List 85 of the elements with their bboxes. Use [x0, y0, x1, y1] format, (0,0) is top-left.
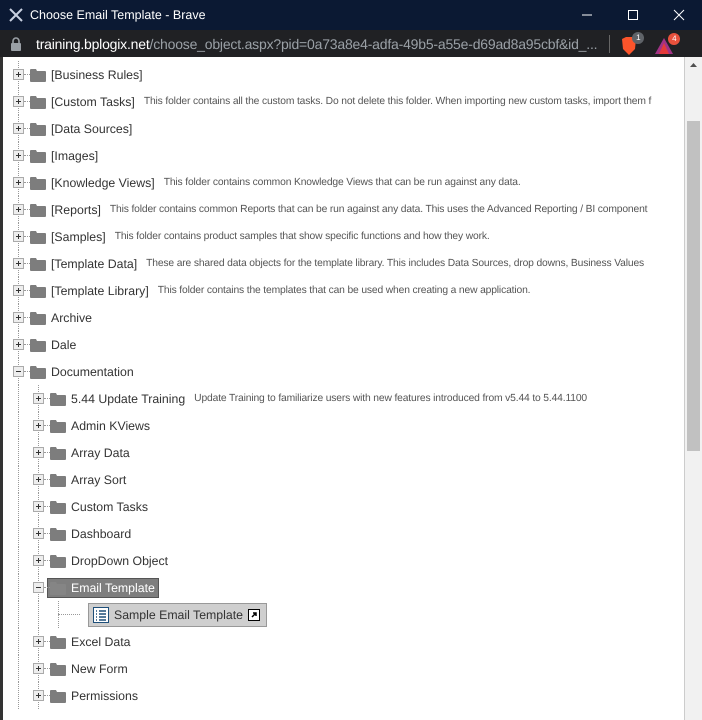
folder-node[interactable]: [Images] [30, 146, 102, 166]
folder-description: Update Training to familiarize users with new features introduced from v5.44 to 5.44.1100 [194, 393, 588, 404]
folder-node[interactable]: Excel Data [50, 632, 134, 652]
folder-node[interactable]: 5.44 Update Training [50, 388, 188, 408]
expand-toggle-icon[interactable] [13, 123, 24, 134]
folder-icon [50, 580, 66, 594]
expand-toggle-icon[interactable] [33, 420, 44, 431]
expand-toggle-icon[interactable] [13, 96, 24, 107]
expand-toggle-icon[interactable] [33, 393, 44, 404]
expand-toggle-icon[interactable] [33, 447, 44, 458]
folder-node[interactable]: New Form [50, 658, 131, 678]
collapse-toggle-icon[interactable] [33, 582, 44, 593]
folder-node[interactable]: Dashboard [50, 524, 134, 544]
collapse-toggle-icon[interactable] [13, 366, 24, 377]
folder-node[interactable]: [Custom Tasks] [30, 92, 138, 112]
folder-node[interactable]: [Knowledge Views] [30, 172, 158, 192]
folder-node[interactable]: [Data Sources] [30, 118, 136, 138]
folder-node[interactable]: Email Template [47, 578, 159, 598]
expand-toggle-icon[interactable] [13, 285, 24, 296]
expand-toggle-icon[interactable] [33, 555, 44, 566]
folder-icon [50, 418, 66, 432]
folder-icon [30, 122, 46, 136]
expand-toggle-icon[interactable] [13, 339, 24, 350]
expand-toggle-icon[interactable] [13, 231, 24, 242]
folder-description: These are shared data objects for the template library. This includes Data Sources, drop downs, Business Values [146, 258, 644, 269]
expand-toggle-icon[interactable] [33, 474, 44, 485]
folder-icon [30, 310, 46, 324]
folder-icon [30, 338, 46, 352]
folder-description: This folder contains common Reports that can be run against any data. This uses the Advanced Reporting / BI component [110, 204, 648, 215]
shields-button[interactable]: 1 [620, 32, 644, 56]
folder-description: This folder contains common Knowledge Views that can be run against any data. [164, 177, 521, 188]
crossed-swords-icon [8, 7, 24, 23]
scrollbar[interactable] [684, 57, 702, 720]
folder-icon [50, 500, 66, 514]
expand-toggle-icon[interactable] [13, 204, 24, 215]
folder-node[interactable]: DropDown Object [50, 550, 172, 570]
folder-node[interactable]: Array Data [50, 442, 133, 462]
folder-node[interactable]: Custom Tasks [50, 496, 151, 516]
folder-node[interactable]: Dale [30, 334, 80, 354]
expand-toggle-icon[interactable] [33, 690, 44, 701]
folder-icon [50, 526, 66, 540]
folder-icon [50, 472, 66, 486]
folder-node[interactable]: Archive [30, 308, 96, 328]
url-text[interactable]: training.bplogix.net/choose_object.aspx?pid=0a73a8e4-adfa-49b5-a55e-d69ad8a95cbf&id_... [36, 36, 598, 52]
folder-node[interactable]: Array Sort [50, 470, 130, 490]
folder-icon [50, 662, 66, 676]
folder-node[interactable]: [Samples] [30, 226, 109, 246]
folder-description: This folder contains the templates that can be used when creating a new application. [158, 285, 530, 296]
folder-icon [50, 554, 66, 568]
expand-toggle-icon[interactable] [33, 636, 44, 647]
folder-icon [50, 392, 66, 406]
folder-icon [50, 446, 66, 460]
expand-toggle-icon[interactable] [33, 501, 44, 512]
expand-toggle-icon[interactable] [13, 312, 24, 323]
folder-node[interactable]: Admin KViews [50, 416, 154, 436]
folder-node[interactable]: [Reports] [30, 200, 104, 220]
folder-node[interactable]: [Template Library] [30, 280, 152, 300]
expand-toggle-icon[interactable] [13, 177, 24, 188]
lock-icon [10, 36, 22, 50]
folder-node[interactable]: [Template Data] [30, 254, 140, 274]
folder-node[interactable]: [Business Rules] [30, 64, 146, 84]
folder-icon [30, 94, 46, 108]
window-title: Choose Email Template - Brave [30, 8, 207, 22]
folder-icon [30, 176, 46, 190]
folder-node[interactable]: Permissions [50, 686, 141, 706]
folder-icon [30, 148, 46, 162]
expand-toggle-icon[interactable] [13, 258, 24, 269]
folder-icon [30, 68, 46, 82]
folder-description: This folder contains all the custom tasks. Do not delete this folder. When importing new custom tasks, import them f [144, 96, 652, 107]
folder-node[interactable]: Documentation [30, 362, 137, 382]
folder-icon [30, 230, 46, 244]
expand-toggle-icon[interactable] [33, 663, 44, 674]
folder-icon [30, 364, 46, 378]
list-icon [93, 606, 109, 622]
expand-toggle-icon[interactable] [13, 150, 24, 161]
template-item[interactable]: Sample Email Template [88, 602, 267, 626]
scroll-thumb[interactable] [687, 121, 700, 451]
folder-icon [30, 284, 46, 298]
folder-icon [50, 688, 66, 702]
expand-toggle-icon[interactable] [13, 69, 24, 80]
folder-icon [30, 202, 46, 216]
folder-description: This folder contains product samples that show specific functions and how they work. [114, 231, 490, 242]
folder-icon [30, 256, 46, 270]
folder-icon [50, 634, 66, 648]
expand-toggle-icon[interactable] [33, 528, 44, 539]
